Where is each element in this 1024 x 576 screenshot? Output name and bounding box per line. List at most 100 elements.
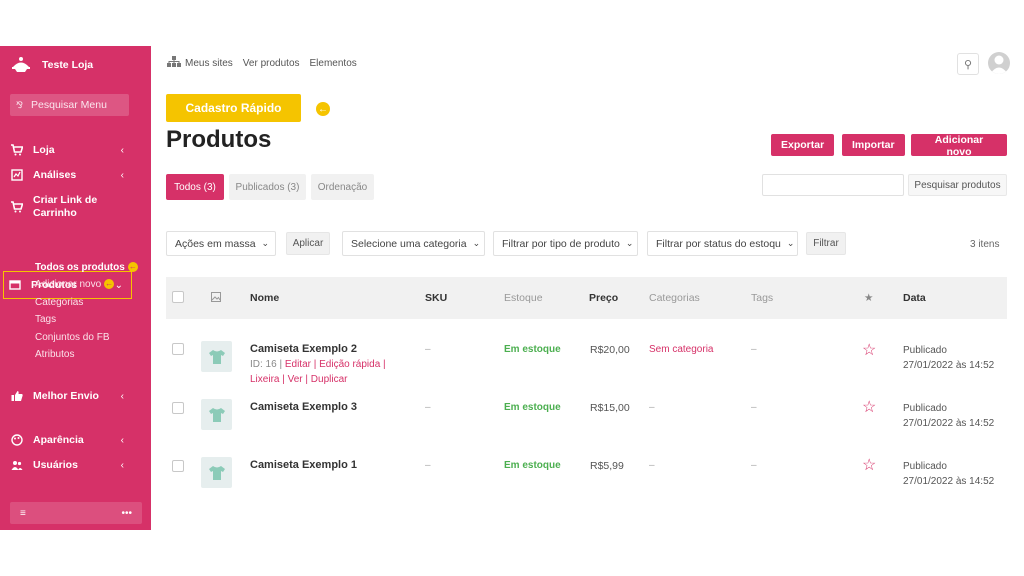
- chart-icon: [10, 168, 24, 182]
- sidebar-item-analises[interactable]: Análises ‹: [10, 168, 132, 182]
- add-new-button[interactable]: Adicionar novo: [911, 134, 1007, 158]
- sidebar-item-usuarios[interactable]: Usuários ‹: [10, 458, 132, 472]
- arrow-left-icon: ←: [316, 102, 330, 116]
- category-select[interactable]: Selecione uma categoria ⌄: [342, 231, 485, 256]
- featured-star-icon[interactable]: ☆: [862, 455, 876, 475]
- publish-status: Publicado: [903, 345, 947, 356]
- submenu-tags[interactable]: Tags: [35, 314, 56, 325]
- sidebar-item-criar-link[interactable]: Criar Link de Carrinho: [10, 194, 132, 220]
- items-count: 3 itens: [970, 239, 1000, 250]
- column-featured: ★: [864, 292, 874, 304]
- palette-icon: [10, 433, 24, 447]
- top-search-button[interactable]: ⚲: [957, 53, 979, 75]
- chevron-left-icon: ‹: [120, 434, 124, 446]
- thumbs-up-icon: [10, 389, 24, 403]
- tab-sorting[interactable]: Ordenação: [311, 174, 374, 200]
- stock-status-select[interactable]: Filtrar por status do estoqu ⌄: [647, 231, 798, 256]
- chevron-down-icon: ⌄: [786, 238, 795, 248]
- price-value: R$20,00: [590, 344, 630, 356]
- row-checkbox[interactable]: [172, 402, 184, 414]
- product-thumbnail[interactable]: [201, 341, 232, 372]
- sidebar-item-aparencia[interactable]: Aparência ‹: [10, 433, 132, 447]
- submenu-add-new[interactable]: Adicionar novo ←: [35, 279, 115, 290]
- price-value: R$15,00: [590, 402, 630, 414]
- sidebar-item-loja[interactable]: Loja ‹: [10, 143, 132, 157]
- product-thumbnail[interactable]: [201, 457, 232, 488]
- column-date[interactable]: Data: [903, 292, 926, 304]
- stock-status: Em estoque: [504, 460, 561, 471]
- export-button[interactable]: Exportar: [771, 134, 835, 156]
- select-value: Selecione uma categoria: [351, 237, 467, 250]
- sidebar-item-melhor-envio[interactable]: Melhor Envio ‹: [10, 389, 132, 403]
- quick-add-button[interactable]: Cadastro Rápido: [166, 94, 301, 122]
- tab-published[interactable]: Publicados (3): [229, 174, 306, 200]
- product-name[interactable]: Camiseta Exemplo 2: [250, 343, 357, 355]
- category-value: –: [649, 460, 655, 471]
- more-options-icon[interactable]: •••: [121, 508, 132, 519]
- view-products-link[interactable]: Ver produtos: [243, 58, 300, 69]
- column-tags: Tags: [751, 292, 774, 304]
- menu-search-input[interactable]: ⅋ Pesquisar Menu: [10, 94, 129, 116]
- table-header: [166, 277, 1007, 319]
- column-stock: Estoque: [504, 292, 543, 304]
- apply-button[interactable]: Aplicar: [286, 232, 330, 255]
- featured-star-icon[interactable]: ☆: [862, 397, 876, 417]
- stock-status: Em estoque: [504, 402, 561, 413]
- site-name: Teste Loja: [42, 59, 94, 71]
- row-actions: ID: 16 | Editar | Edição rápida | Lixeir…: [250, 359, 386, 385]
- featured-star-icon[interactable]: ☆: [862, 340, 876, 360]
- store-logo-icon: [10, 54, 32, 76]
- chevron-left-icon: ‹: [120, 144, 124, 156]
- chevron-left-icon: ‹: [120, 169, 124, 181]
- product-search-input[interactable]: [762, 174, 904, 196]
- trash-link[interactable]: Lixeira: [250, 374, 279, 385]
- elements-link[interactable]: Elementos: [310, 58, 357, 69]
- bulk-actions-select[interactable]: Ações em massa ⌄: [166, 231, 276, 256]
- product-thumbnail[interactable]: [201, 399, 232, 430]
- import-button[interactable]: Importar: [842, 134, 905, 156]
- menu-search-placeholder: Pesquisar Menu: [31, 99, 107, 111]
- column-price[interactable]: Preço: [589, 292, 618, 304]
- submenu-label: Todos os produtos: [35, 262, 125, 273]
- submenu-categories[interactable]: Categorias: [35, 297, 83, 308]
- duplicate-link[interactable]: Duplicar: [311, 374, 348, 385]
- site-brand[interactable]: Teste Loja: [10, 54, 93, 76]
- tab-all[interactable]: Todos (3): [166, 174, 224, 200]
- publish-date: 27/01/2022 às 14:52: [903, 418, 995, 429]
- submenu-fb-sets[interactable]: Conjuntos do FB: [35, 332, 110, 343]
- page-title: Produtos: [166, 126, 272, 153]
- product-name[interactable]: Camiseta Exemplo 3: [250, 401, 357, 413]
- submenu-attributes[interactable]: Atributos: [35, 349, 74, 360]
- search-products-button[interactable]: Pesquisar produtos: [908, 174, 1007, 196]
- price-value: R$5,99: [590, 460, 624, 472]
- quick-edit-link[interactable]: Edição rápida: [319, 359, 380, 370]
- product-name[interactable]: Camiseta Exemplo 1: [250, 459, 357, 471]
- product-type-select[interactable]: Filtrar por tipo de produto ⌄: [493, 231, 638, 256]
- date-cell: Publicado 27/01/2022 às 14:52: [903, 401, 994, 431]
- row-checkbox[interactable]: [172, 460, 184, 472]
- column-categories: Categorias: [649, 292, 700, 304]
- users-icon: [10, 458, 24, 472]
- date-cell: Publicado 27/01/2022 às 14:52: [903, 459, 994, 489]
- sidebar-notch: [143, 46, 151, 56]
- edit-link[interactable]: Editar: [285, 359, 311, 370]
- select-value: Ações em massa: [175, 237, 256, 250]
- arrow-left-icon: ←: [127, 262, 138, 273]
- category-link[interactable]: Sem categoria: [649, 344, 713, 355]
- sku-value: –: [425, 402, 431, 413]
- submenu-all-products[interactable]: Todos os produtos ←: [35, 262, 138, 273]
- view-link[interactable]: Ver: [288, 374, 303, 385]
- avatar[interactable]: [988, 52, 1010, 74]
- sidebar-item-label: Aparência: [33, 434, 84, 446]
- select-value: Filtrar por status do estoqu: [656, 237, 781, 250]
- filter-button[interactable]: Filtrar: [806, 232, 846, 255]
- column-name[interactable]: Nome: [250, 292, 279, 304]
- collapse-menu-icon[interactable]: ≡: [20, 508, 26, 519]
- my-sites-link[interactable]: Meus sites: [185, 58, 233, 69]
- select-all-checkbox[interactable]: [172, 291, 184, 303]
- column-sku[interactable]: SKU: [425, 292, 447, 304]
- chevron-down-icon: ⌄: [261, 238, 270, 248]
- search-icon: ⚲: [963, 58, 973, 71]
- row-checkbox[interactable]: [172, 343, 184, 355]
- select-value: Filtrar por tipo de produto: [502, 237, 620, 250]
